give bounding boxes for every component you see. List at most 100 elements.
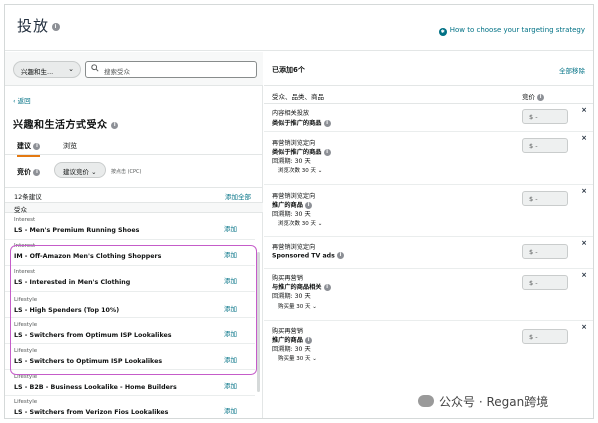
item-name: LS - Interested in Men's Clothing [14,279,131,286]
row-type: 购买再营销 [272,275,303,282]
header: 投放 i ✱ How to choose your targeting strate… [5,5,593,51]
added-count: 已添加6个 [272,66,305,74]
bid-input[interactable]: $ - [522,109,568,124]
remove-all-button[interactable]: 全部移除 [559,65,585,75]
item-category: Interest [14,243,36,249]
added-row: 购买再营销 与推广的商品相关 i 回溯期: 30 天 购买量 30 天 ⌄ $ … [264,269,593,321]
help-link[interactable]: ✱ How to choose your targeting strategy [438,26,585,36]
added-row: 再营销浏览定向 类似于推广的商品 i 回溯期: 30 天 浏览次数 30 天 ⌄… [264,132,593,185]
remove-icon[interactable]: × [581,271,587,279]
remove-icon[interactable]: × [581,106,587,114]
item-category: Lifestyle [14,322,38,328]
info-icon[interactable]: i [323,283,331,291]
info-icon[interactable]: i [305,336,313,344]
add-button[interactable]: 添加 [224,380,237,390]
row-type: 再营销浏览定向 [272,140,316,147]
add-button[interactable]: 添加 [224,303,237,313]
add-all-button[interactable]: 添加全部 [225,191,251,201]
list-item: Lifestyle LS - Switchers from Verizon Fi… [5,396,255,418]
add-button[interactable]: 添加 [224,405,237,415]
bid-row: 竞价 i 建议竞价 ⌄ 按点击 (CPC) [13,162,258,180]
bid-input[interactable]: $ - [522,191,568,206]
tabs: 建议 i 浏览 [5,137,263,157]
added-column-header: 受众、品类、商品 竞价 i [264,86,593,104]
info-icon[interactable]: i [305,201,313,209]
item-name: LS - Switchers from Optimum ISP Lookalik… [14,332,172,339]
row-frequency[interactable]: 浏览次数 30 天 ⌄ [278,219,322,227]
item-name: LS - Men's Premium Running Shoes [14,227,140,234]
tab-suggested[interactable]: 建议 i [17,141,41,157]
suggestions-summary: 12条建议 添加全部 [5,187,263,201]
lightbulb-icon: ✱ [438,28,447,36]
add-button[interactable]: 添加 [224,249,237,259]
suggestions-panel: 兴趣和生... ⌄ 搜索受众 ‹ 返回 兴趣和生活方式受众 i 建议 i 浏览 竞… [5,52,263,418]
row-type: 购买再营销 [272,328,303,335]
row-target: 类似于推广的商品 i [272,118,331,127]
added-panel: 已添加6个 全部移除 受众、品类、商品 竞价 i 内容相关投放 类似于推广的商品… [264,52,593,418]
item-category: Lifestyle [14,374,38,380]
row-frequency[interactable]: 购买量 30 天 ⌄ [278,354,317,362]
added-row: 购买再营销 推广的商品 i 回溯期: 30 天 购买量 30 天 ⌄ $ - × [264,321,593,373]
remove-icon[interactable]: × [581,134,587,142]
item-name: LS - Switchers to Optimum ISP Lookalikes [14,358,163,365]
info-icon[interactable]: i [537,93,545,101]
audience-column-label: 受众、品类、商品 [272,93,324,101]
info-icon: i [33,142,41,150]
row-frequency[interactable]: 浏览次数 30 天 ⌄ [278,166,322,174]
list-item: Interest IM - Off-Amazon Men's Clothing … [5,240,255,266]
info-icon[interactable]: i [336,252,344,259]
info-icon[interactable]: i [33,168,41,176]
row-frequency[interactable]: 购买量 30 天 ⌄ [278,302,317,310]
bid-column-label: 竞价 i [522,91,545,101]
item-name: LS - Switchers from Verizon Fios Lookali… [14,409,169,416]
audience-list: Interest LS - Men's Premium Running Shoe… [5,214,263,418]
list-item: Lifestyle LS - High Spenders (Top 10%) 添… [5,292,255,318]
item-category: Lifestyle [14,399,38,405]
row-type: 再营销浏览定向 [272,193,316,200]
bid-input[interactable]: $ - [522,275,568,290]
row-type: 再营销浏览定向 [272,244,316,251]
targeting-type-dropdown[interactable]: 兴趣和生... ⌄ [13,61,81,78]
info-icon[interactable]: i [323,119,331,127]
remove-icon[interactable]: × [581,187,587,195]
item-name: LS - High Spenders (Top 10%) [14,307,120,314]
item-name: LS - B2B - Business Lookalike - Home Bui… [14,384,177,391]
row-target: Sponsored TV ads i [272,252,344,260]
tab-browse[interactable]: 浏览 [63,141,77,151]
bid-strategy-dropdown[interactable]: 建议竞价 ⌄ [54,162,106,178]
item-category: Lifestyle [14,297,38,303]
item-category: Interest [14,269,36,275]
row-lookback: 回溯期: 30 天 [272,293,311,300]
filter-bar: 兴趣和生... ⌄ 搜索受众 [5,52,263,86]
added-row: 内容相关投放 类似于推广的商品 i $ - × [264,104,593,132]
chevron-down-icon: ⌄ [68,65,74,73]
row-type: 内容相关投放 [272,110,310,117]
item-category: Interest [14,217,36,223]
suggestions-count: 12条建议 [14,193,42,201]
search-icon [91,64,99,72]
list-item: Lifestyle LS - B2B - Business Lookalike … [5,370,255,396]
row-lookback: 回溯期: 30 天 [272,158,311,165]
add-button[interactable]: 添加 [224,354,237,364]
row-target: 类似于推广的商品 i [272,147,331,156]
segment-title: 兴趣和生活方式受众 i [13,116,119,131]
list-item: Interest LS - Men's Premium Running Shoe… [5,214,255,240]
bid-input[interactable]: $ - [522,138,568,153]
row-target: 推广的商品 i [272,200,313,209]
back-link[interactable]: ‹ 返回 [13,95,31,105]
add-button[interactable]: 添加 [224,223,237,233]
added-summary: 已添加6个 全部移除 [264,52,593,86]
info-icon[interactable]: i [52,23,61,31]
remove-icon[interactable]: × [581,239,587,247]
info-icon[interactable]: i [323,148,331,156]
info-icon[interactable]: i [111,121,119,129]
add-button[interactable]: 添加 [224,275,237,285]
add-button[interactable]: 添加 [224,328,237,338]
scrollbar[interactable] [257,252,260,392]
bid-input[interactable]: $ - [522,329,568,344]
row-target: 推广的商品 i [272,335,313,344]
bid-input[interactable]: $ - [522,244,568,259]
search-input[interactable]: 搜索受众 [85,61,257,78]
list-item: Lifestyle LS - Switchers from Optimum IS… [5,318,255,344]
remove-icon[interactable]: × [581,323,587,331]
